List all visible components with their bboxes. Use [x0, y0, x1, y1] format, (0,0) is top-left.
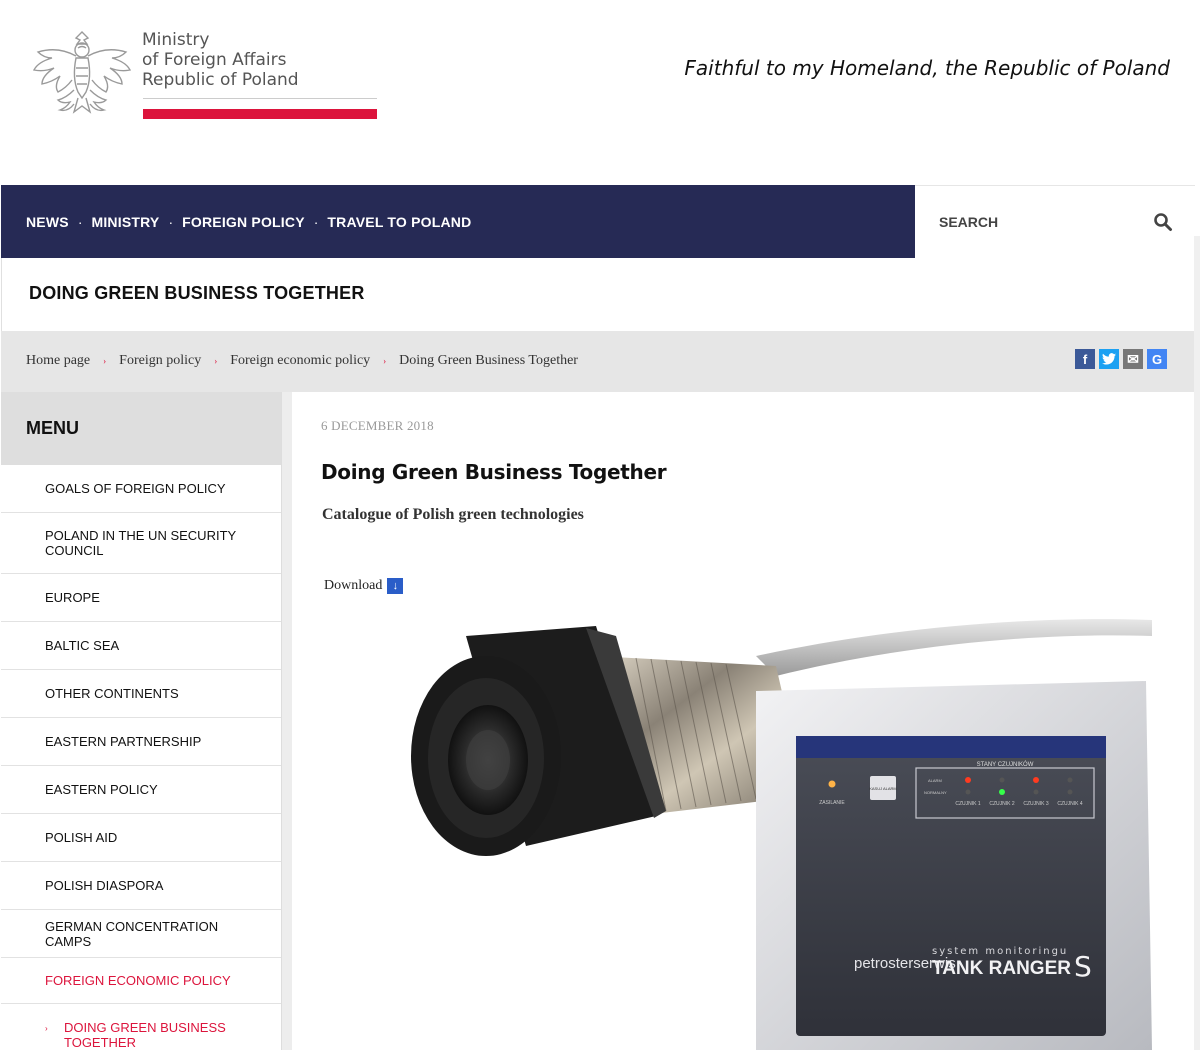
sidebar-subitem-label: DOING GREEN BUSINESS TOGETHER: [64, 1020, 226, 1050]
search-icon[interactable]: [1153, 212, 1173, 232]
nav-item-ministry[interactable]: MINISTRY: [91, 214, 159, 230]
sidebar-item-goals[interactable]: GOALS OF FOREIGN POLICY: [1, 465, 281, 513]
article-subtitle: Catalogue of Polish green technologies: [322, 506, 584, 523]
article-date: 6 DECEMBER 2018: [321, 418, 434, 433]
polish-eagle-emblem-icon[interactable]: [32, 26, 132, 126]
product-suffix: S: [1074, 950, 1092, 983]
logo-flag-stripe: [143, 109, 377, 119]
sidebar-item-polish-aid[interactable]: POLISH AID: [1, 814, 281, 862]
sidebar-item-german-concentration-camps[interactable]: GERMAN CONCENTRATION CAMPS: [1, 910, 281, 958]
breadcrumb-separator-icon: ›: [103, 356, 107, 366]
motto: Faithful to my Homeland, the Republic of…: [684, 56, 1170, 80]
normal-row-label: NORMALNY: [924, 790, 947, 795]
product-photo: STANY CZUJNIKÓW ALARM NORMALNY CZUJNIK 1…: [336, 596, 1152, 1050]
sidebar-item-polish-diaspora[interactable]: POLISH DIASPORA: [1, 862, 281, 910]
sensor-and-monitor-image: STANY CZUJNIKÓW ALARM NORMALNY CZUJNIK 1…: [336, 596, 1152, 1050]
sidebar-item-eastern-policy[interactable]: EASTERN POLICY: [1, 766, 281, 814]
sidebar-menu: MENU GOALS OF FOREIGN POLICY POLAND IN T…: [1, 392, 282, 1050]
article: 6 DECEMBER 2018 Doing Green Business Tog…: [292, 392, 1194, 1050]
sidebar-item-baltic-sea[interactable]: BALTIC SEA: [1, 622, 281, 670]
facebook-share-icon[interactable]: f: [1075, 349, 1095, 369]
email-share-icon[interactable]: ✉: [1123, 349, 1143, 369]
twitter-bird-icon: [1102, 353, 1116, 365]
sensor-3-label: CZUJNIK 3: [1023, 801, 1049, 807]
sub-arrow-icon: ›: [45, 1024, 48, 1033]
breadcrumb-foreign-policy[interactable]: Foreign policy: [119, 353, 201, 369]
sidebar-subitem-doing-green-business[interactable]: › DOING GREEN BUSINESS TOGETHER: [1, 1004, 281, 1050]
breadcrumb-separator-icon: ›: [214, 356, 218, 366]
right-edge: [1194, 236, 1200, 1050]
breadcrumb-foreign-economic-policy[interactable]: Foreign economic policy: [230, 353, 370, 369]
nav-separator: ·: [168, 213, 174, 230]
nav-item-news[interactable]: NEWS: [26, 214, 69, 230]
main-nav: NEWS · MINISTRY · FOREIGN POLICY · TRAVE…: [1, 185, 915, 258]
logo-line-republic: Republic of Poland: [142, 70, 299, 90]
product-name: TANK RANGER: [932, 958, 1071, 979]
sensor-2-label: CZUJNIK 2: [989, 801, 1015, 807]
alarm-row-label: ALARM: [928, 778, 942, 783]
twitter-share-icon[interactable]: [1099, 349, 1119, 369]
column-gutter: [282, 392, 292, 1050]
sidebar-item-other-continents[interactable]: OTHER CONTINENTS: [1, 670, 281, 718]
nav-item-foreign-policy[interactable]: FOREIGN POLICY: [182, 214, 305, 230]
search-input[interactable]: [939, 214, 1139, 230]
share-buttons: f ✉ G: [1075, 349, 1167, 369]
sidebar-item-un-security-council[interactable]: POLAND IN THE UN SECURITY COUNCIL: [1, 513, 281, 574]
page-title-bar: DOING GREEN BUSINESS TOGETHER: [1, 258, 1195, 331]
logo-divider: [143, 98, 377, 99]
breadcrumb-bar: Home page › Foreign policy › Foreign eco…: [1, 331, 1195, 392]
power-label: ZASILANIE: [819, 800, 845, 806]
sensor-1-label: CZUJNIK 1: [955, 801, 981, 807]
system-label: system monitoringu: [932, 946, 1068, 957]
breadcrumb-current: Doing Green Business Together: [399, 353, 578, 368]
download-label: Download: [324, 578, 383, 593]
nav-separator: ·: [313, 213, 319, 230]
sensor-4-label: CZUJNIK 4: [1057, 801, 1083, 807]
logo-line-ministry: Ministry: [142, 30, 210, 50]
sidebar-item-eastern-partnership[interactable]: EASTERN PARTNERSHIP: [1, 718, 281, 766]
reset-alarm-button-label: KASUJ ALARM: [869, 786, 897, 791]
menu-heading: MENU: [1, 392, 281, 465]
site-header: Ministry of Foreign Affairs Republic of …: [0, 0, 1200, 185]
breadcrumb-separator-icon: ›: [383, 356, 387, 366]
ministry-logo-text[interactable]: Ministry of Foreign Affairs Republic of …: [142, 30, 299, 90]
google-share-icon[interactable]: G: [1147, 349, 1167, 369]
article-title: Doing Green Business Together: [321, 460, 667, 484]
nav-separator: ·: [77, 213, 83, 230]
download-link[interactable]: Download ↓: [324, 578, 404, 594]
breadcrumb-home[interactable]: Home page: [26, 353, 90, 369]
sidebar-item-foreign-economic-policy[interactable]: FOREIGN ECONOMIC POLICY: [1, 958, 281, 1004]
sidebar-item-europe[interactable]: EUROPE: [1, 574, 281, 622]
download-icon: ↓: [387, 578, 404, 594]
search-box: [915, 185, 1195, 258]
breadcrumb: Home page › Foreign policy › Foreign eco…: [26, 353, 578, 369]
logo-line-foreign-affairs: of Foreign Affairs: [142, 50, 287, 70]
page-title: DOING GREEN BUSINESS TOGETHER: [29, 283, 365, 303]
panel-heading: STANY CZUJNIKÓW: [977, 761, 1034, 768]
nav-item-travel-to-poland[interactable]: TRAVEL TO POLAND: [327, 214, 471, 230]
